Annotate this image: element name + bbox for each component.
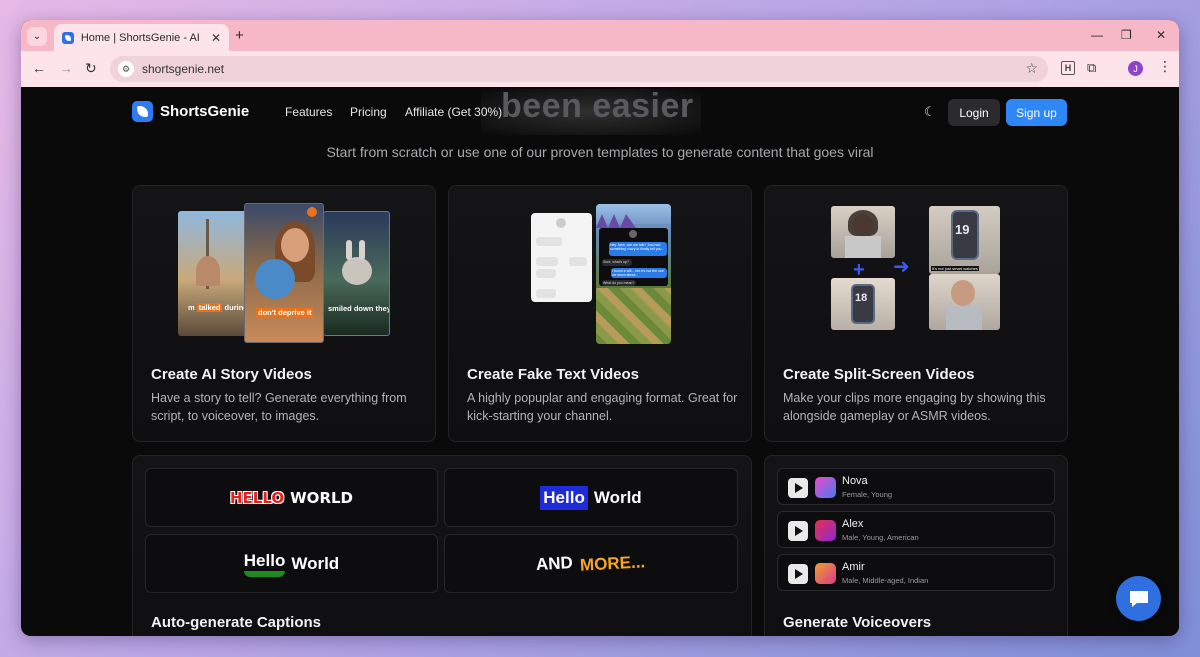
caption-style-1[interactable]: HELLO WORLD bbox=[145, 468, 438, 527]
tab-strip: ⌄ Home | ShortsGenie - AI Video ✕ + — ❐ … bbox=[21, 20, 1179, 51]
card-title-voiceovers: Generate Voiceovers bbox=[783, 614, 932, 631]
caption-3-word2: World bbox=[291, 553, 340, 573]
card-title-captions: Auto-generate Captions bbox=[151, 614, 322, 631]
story-caption-right: smiled down they bbox=[328, 304, 390, 313]
story-thumb-paris: m talked during bbox=[178, 211, 248, 336]
nav-link-pricing[interactable]: Pricing bbox=[350, 105, 387, 119]
card-title-fake-text: Create Fake Text Videos bbox=[467, 366, 640, 383]
voice-row-amir[interactable]: Amir Male, Middle-aged, Indian bbox=[777, 554, 1055, 591]
card-title-ai-story: Create AI Story Videos bbox=[151, 366, 312, 383]
chat-bubble-2: Sure, what's up? bbox=[602, 259, 632, 266]
brand-logo-icon bbox=[132, 101, 153, 122]
login-button[interactable]: Login bbox=[948, 99, 1000, 126]
card-desc-ai-story: Have a story to tell? Generate everythin… bbox=[151, 391, 407, 423]
profile-avatar[interactable]: J bbox=[1128, 61, 1143, 76]
split-thumb-watch-bottom: 18 bbox=[831, 278, 895, 330]
feature-card-split-screen[interactable]: + 18 ➜ 19 It's not just smart watches Cr… bbox=[764, 185, 1068, 442]
chat-phone-left bbox=[531, 213, 592, 302]
voice-avatar bbox=[815, 563, 836, 584]
caption-4-word1: AND bbox=[535, 552, 574, 574]
voice-avatar bbox=[815, 477, 836, 498]
watch-time-bottom: 18 bbox=[855, 292, 868, 304]
chat-bubble-4: What do you mean? bbox=[602, 280, 636, 286]
reload-button[interactable]: ↻ bbox=[85, 60, 97, 77]
caption-2-word2: World bbox=[593, 487, 642, 507]
chat-bubble-icon bbox=[1129, 590, 1148, 607]
play-icon[interactable] bbox=[788, 564, 808, 584]
feature-card-captions[interactable]: HELLO WORLD Hello World Hello World AND … bbox=[132, 455, 752, 636]
play-icon[interactable] bbox=[788, 521, 808, 541]
story-thumb-girl-globe: don't deprive it bbox=[244, 203, 324, 343]
split-thumb-watch-top: 19 It's not just smart watches bbox=[929, 206, 1000, 274]
restore-button[interactable]: ❐ bbox=[1121, 28, 1132, 42]
watch-time-top: 19 bbox=[955, 222, 970, 237]
new-tab-button[interactable]: + bbox=[235, 27, 244, 44]
tab-title: Home | ShortsGenie - AI Video bbox=[80, 31, 203, 44]
voice-name: Nova bbox=[842, 475, 868, 487]
minimize-button[interactable]: — bbox=[1091, 28, 1103, 42]
arrow-right-icon: ➜ bbox=[893, 256, 910, 278]
site-info-icon[interactable]: ⚙ bbox=[118, 61, 134, 77]
chat-support-button[interactable] bbox=[1116, 576, 1161, 621]
voice-desc: Male, Young, American bbox=[842, 533, 919, 542]
brand-name: ShortsGenie bbox=[160, 103, 250, 120]
card-desc-fake-text: A highly popuplar and engaging format. G… bbox=[467, 391, 738, 423]
menu-kebab-icon[interactable]: ⋮ bbox=[1158, 58, 1172, 75]
story-caption-left: m talked during bbox=[188, 303, 248, 312]
signup-button[interactable]: Sign up bbox=[1006, 99, 1067, 126]
caption-style-3[interactable]: Hello World bbox=[145, 534, 438, 593]
feature-card-fake-text[interactable]: Hey Jane, can we talk? Just had somethin… bbox=[448, 185, 752, 442]
voice-row-alex[interactable]: Alex Male, Young, American bbox=[777, 511, 1055, 548]
browser-tab[interactable]: Home | ShortsGenie - AI Video ✕ bbox=[54, 24, 229, 51]
voice-desc: Female, Young bbox=[842, 490, 893, 499]
tab-search-button[interactable]: ⌄ bbox=[27, 27, 47, 46]
forward-button[interactable]: → bbox=[59, 60, 73, 76]
close-tab-icon[interactable]: ✕ bbox=[211, 31, 221, 45]
address-bar[interactable]: ⚙ shortsgenie.net ☆ bbox=[110, 56, 1048, 82]
caption-3-word1: Hello bbox=[243, 551, 286, 577]
caption-4-word2: MORE... bbox=[579, 551, 646, 575]
voice-name: Alex bbox=[842, 518, 864, 530]
bookmark-star-icon[interactable]: ☆ bbox=[1025, 60, 1038, 77]
story-caption-middle: don't deprive it bbox=[256, 308, 314, 317]
moon-icon[interactable]: ☾ bbox=[924, 104, 936, 120]
caption-style-2[interactable]: Hello World bbox=[444, 468, 738, 527]
feature-card-voiceovers[interactable]: Nova Female, Young Alex Male, Young, Ame… bbox=[764, 455, 1068, 636]
chat-bubble-3: I found a will... but it's not the one w… bbox=[611, 268, 667, 278]
voice-row-nova[interactable]: Nova Female, Young bbox=[777, 468, 1055, 505]
play-icon[interactable] bbox=[788, 478, 808, 498]
extensions-puzzle-icon[interactable]: ⧉ bbox=[1087, 60, 1096, 76]
chat-phone-right: Hey Jane, can we talk? Just had somethin… bbox=[596, 204, 671, 344]
voice-avatar bbox=[815, 520, 836, 541]
hero-subtitle: Start from scratch or use one of our pro… bbox=[326, 144, 874, 160]
browser-toolbar: ← → ↻ ⚙ shortsgenie.net ☆ H ⧉ J ⋮ bbox=[21, 51, 1179, 87]
web-page: been easier ShortsGenie Features Pricing… bbox=[21, 87, 1179, 636]
caption-style-4[interactable]: AND MORE... bbox=[444, 534, 738, 593]
browser-window: ⌄ Home | ShortsGenie - AI Video ✕ + — ❐ … bbox=[21, 20, 1179, 636]
card-desc-split-screen: Make your clips more engaging by showing… bbox=[783, 391, 1046, 423]
nav-link-features[interactable]: Features bbox=[285, 105, 332, 119]
voice-desc: Male, Middle-aged, Indian bbox=[842, 576, 929, 585]
story-thumb-rabbit: smiled down they bbox=[323, 211, 390, 336]
url-text[interactable]: shortsgenie.net bbox=[142, 62, 224, 76]
caption-1-word1: HELLO bbox=[230, 488, 285, 507]
card-title-split-screen: Create Split-Screen Videos bbox=[783, 366, 975, 383]
nav-link-affiliate[interactable]: Affiliate (Get 30%) bbox=[405, 105, 502, 119]
caption-2-word1: Hello bbox=[540, 485, 588, 510]
split-thumb-woman-top bbox=[831, 206, 895, 258]
split-caption: It's not just smart watches bbox=[931, 266, 979, 271]
favicon-icon bbox=[62, 31, 74, 44]
close-window-button[interactable]: ✕ bbox=[1156, 28, 1166, 42]
brand[interactable]: ShortsGenie bbox=[132, 101, 249, 122]
chat-bubble-1: Hey Jane, can we talk? Just had somethin… bbox=[609, 242, 667, 256]
split-thumb-woman-bottom bbox=[929, 274, 1000, 330]
site-nav: ShortsGenie Features Pricing Affiliate (… bbox=[21, 87, 1179, 137]
back-button[interactable]: ← bbox=[32, 60, 46, 76]
extension-h-icon[interactable]: H bbox=[1061, 61, 1075, 75]
voice-name: Amir bbox=[842, 561, 865, 573]
feature-card-ai-story[interactable]: m talked during smiled down they don't d… bbox=[132, 185, 436, 442]
caption-1-word2: WORLD bbox=[290, 488, 353, 507]
